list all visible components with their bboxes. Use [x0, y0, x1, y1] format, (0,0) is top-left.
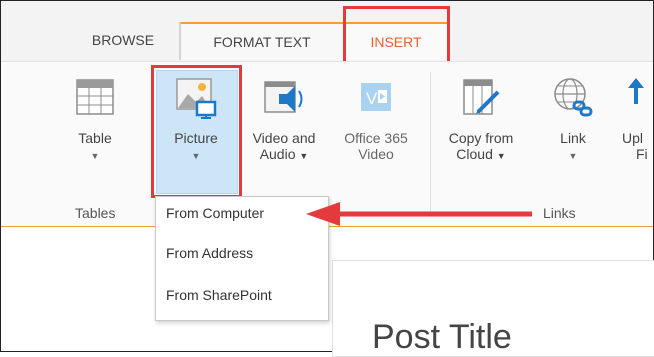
post-title[interactable]: Post Title — [372, 318, 512, 357]
picture-label: Picture — [174, 130, 218, 146]
table-caret-icon: ▼ — [90, 151, 100, 161]
tab-insert[interactable]: INSERT — [344, 22, 448, 60]
link-icon — [550, 74, 596, 120]
red-arrow-annotation — [306, 202, 532, 226]
group-label-links: Links — [543, 205, 576, 221]
video-audio-caret-icon: ▼ — [299, 151, 309, 161]
office365-label-line1: Office 365 — [344, 130, 408, 146]
upload-arrow-icon — [622, 74, 654, 120]
ribbon-group-separator — [430, 72, 431, 216]
upload-label-line2: Fi — [636, 146, 648, 162]
video-audio-label-line1: Video and — [252, 130, 316, 146]
copy-from-cloud-icon — [458, 74, 504, 120]
office365-video-icon: V — [353, 74, 399, 120]
upload-file-button[interactable]: Upl Fi — [622, 74, 654, 162]
video-audio-label-line2: Audio — [259, 146, 296, 162]
menu-item-from-address[interactable]: From Address — [166, 245, 253, 261]
copy-cloud-caret-icon: ▼ — [496, 151, 506, 161]
table-icon — [72, 74, 118, 120]
menu-item-from-sharepoint[interactable]: From SharePoint — [166, 287, 272, 303]
upload-label-line1: Upl — [622, 130, 644, 146]
office365-label-line2: Video — [358, 146, 394, 162]
picture-caret-icon: ▼ — [191, 151, 201, 161]
link-label: Link — [560, 130, 586, 146]
link-button[interactable]: Link ▼ — [545, 74, 601, 164]
copy-from-cloud-button[interactable]: Copy from Cloud ▼ — [440, 74, 522, 164]
svg-text:V: V — [366, 89, 378, 108]
table-button[interactable]: Table ▼ — [70, 74, 120, 164]
copy-cloud-label-line2: Cloud — [456, 146, 493, 162]
picture-icon — [173, 74, 219, 120]
video-audio-icon — [261, 74, 307, 120]
tab-format-text[interactable]: FORMAT TEXT — [180, 22, 344, 60]
link-caret-icon: ▼ — [568, 151, 578, 161]
copy-cloud-label-line1: Copy from — [448, 130, 514, 146]
picture-button[interactable]: Picture ▼ — [158, 74, 234, 164]
tab-browse[interactable]: BROWSE — [67, 22, 180, 60]
menu-item-from-computer[interactable]: From Computer — [166, 205, 264, 221]
group-label-tables: Tables — [75, 205, 116, 221]
table-label: Table — [78, 130, 112, 146]
office365-video-button[interactable]: V Office 365 Video — [332, 74, 420, 162]
video-audio-button[interactable]: Video and Audio ▼ — [239, 74, 329, 164]
